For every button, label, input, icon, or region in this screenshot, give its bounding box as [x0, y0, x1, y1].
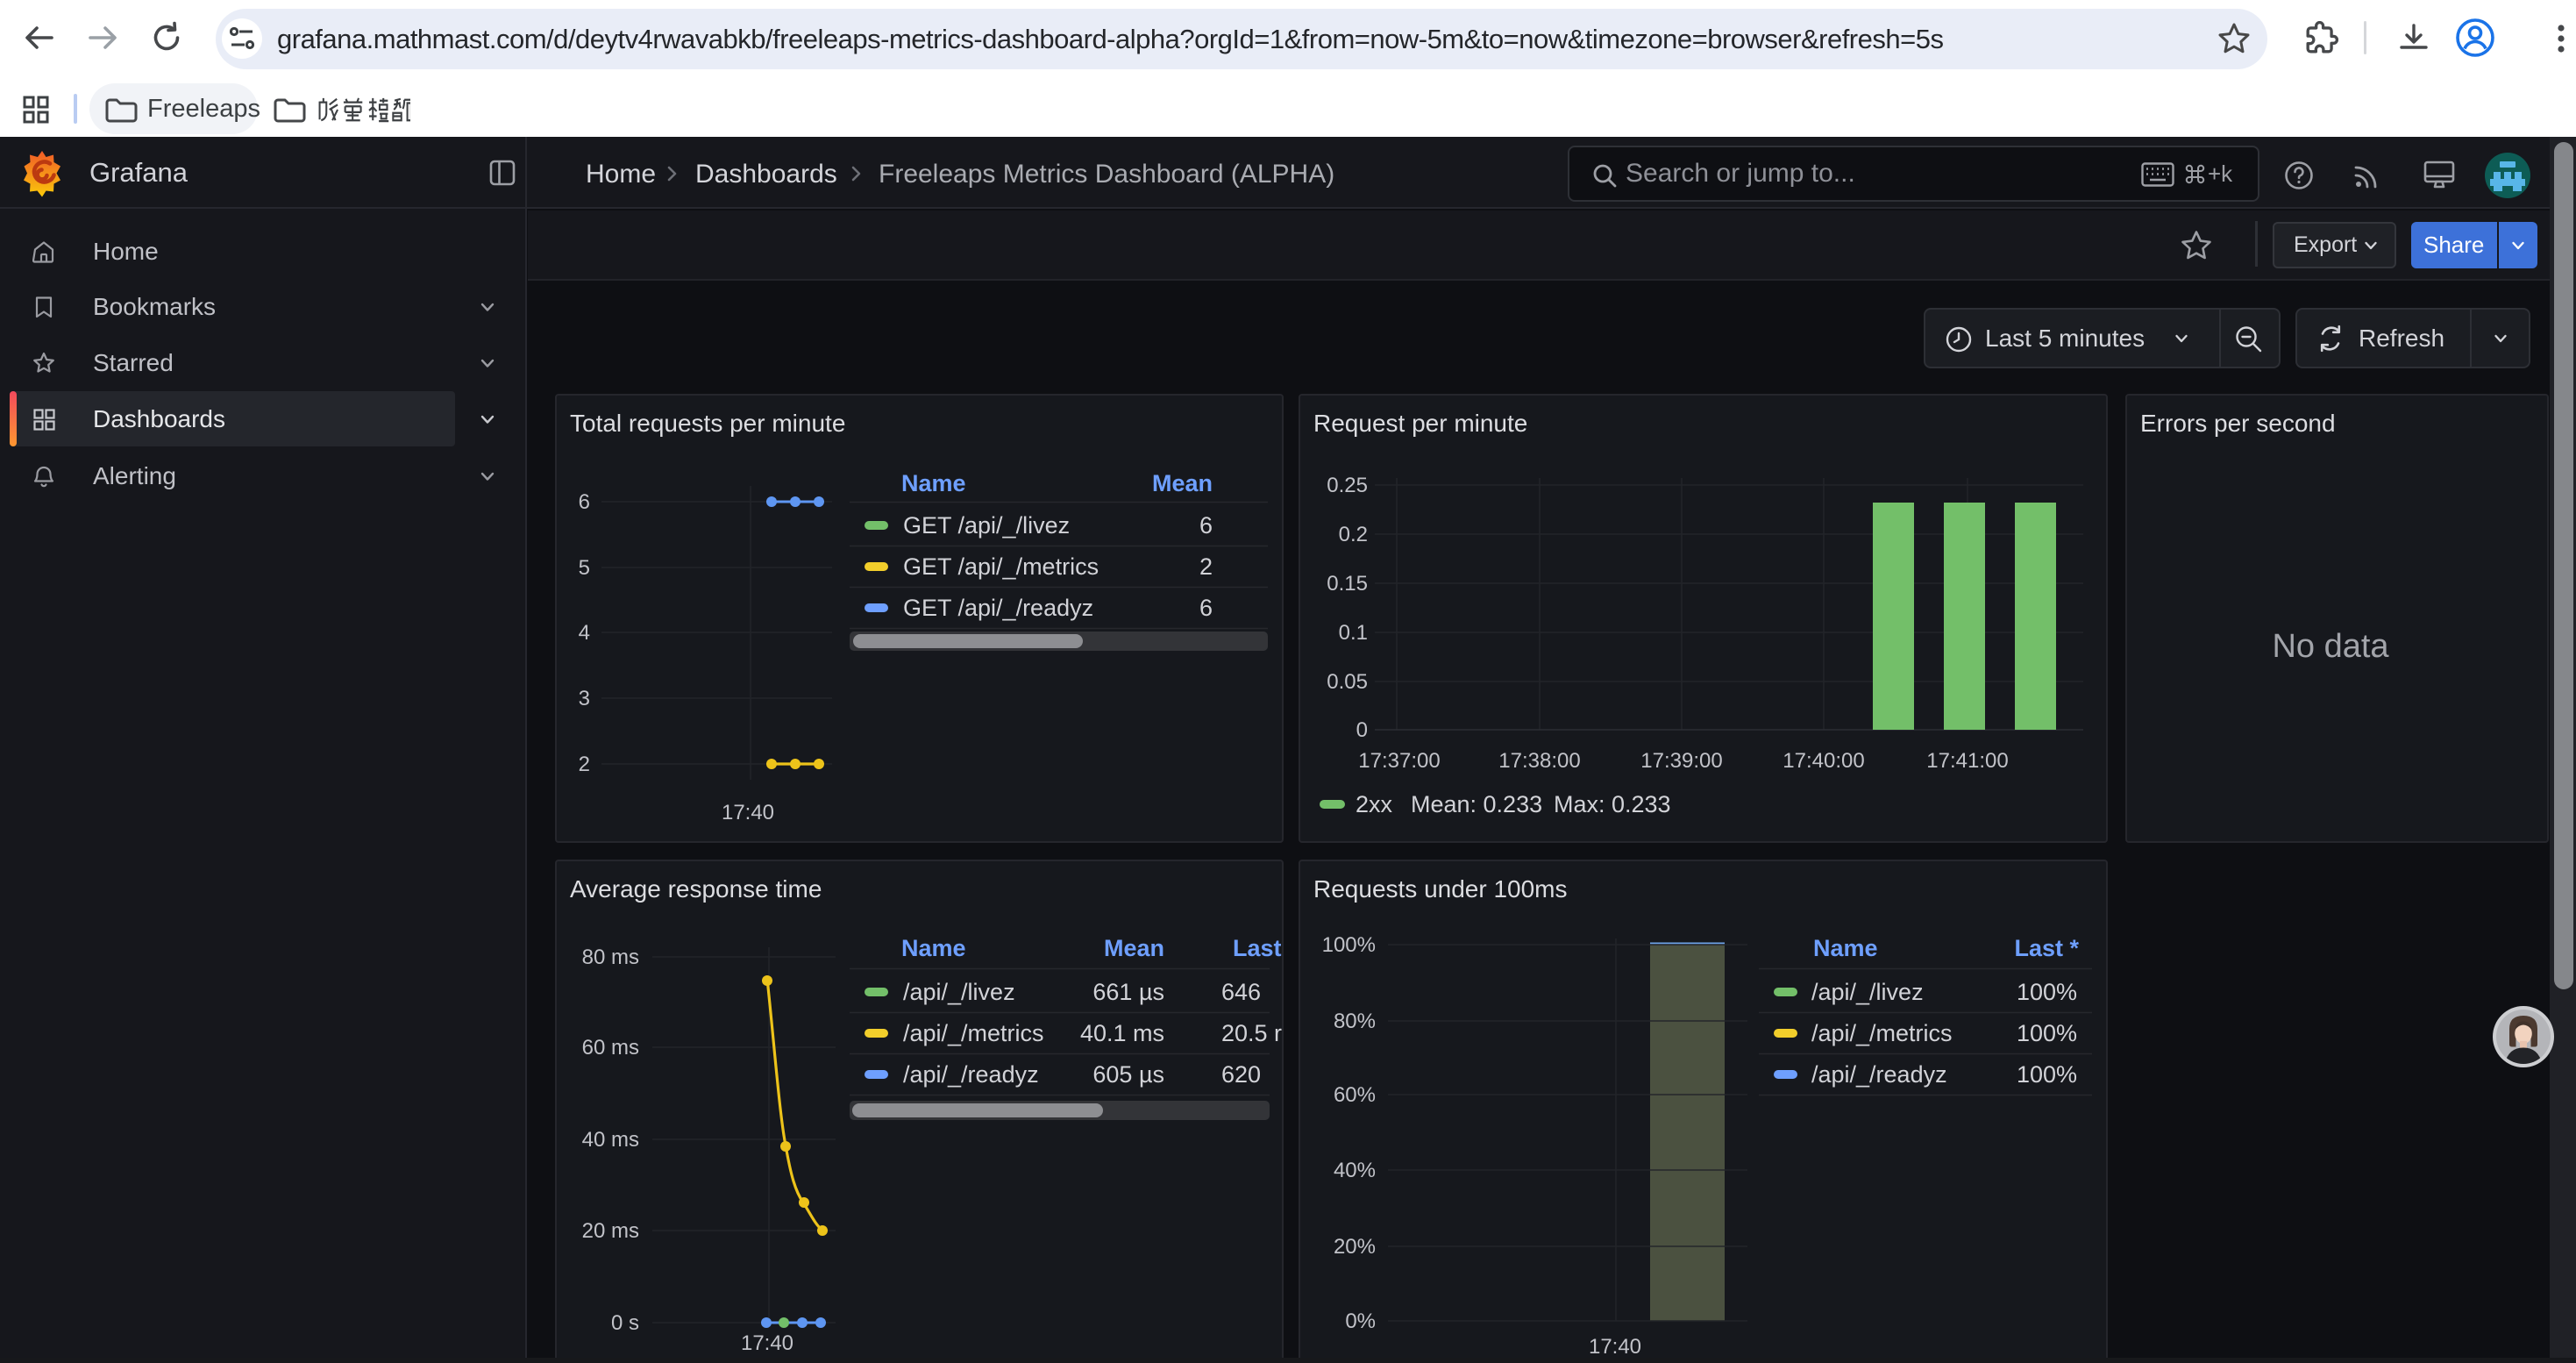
- svg-text:620: 620: [1221, 1061, 1261, 1088]
- svg-text:6: 6: [1199, 512, 1213, 539]
- svg-text:605 µs: 605 µs: [1092, 1061, 1164, 1088]
- svg-text:20%: 20%: [1334, 1235, 1376, 1259]
- svg-text:Mean: Mean: [1104, 935, 1164, 961]
- svg-text:20 ms: 20 ms: [582, 1219, 639, 1243]
- svg-text:2xx: 2xx: [1356, 791, 1393, 817]
- svg-text:5: 5: [579, 556, 590, 580]
- svg-text:20.5 r: 20.5 r: [1221, 1020, 1282, 1046]
- svg-text:/api/_/livez: /api/_/livez: [1811, 979, 1924, 1005]
- svg-text:17:40: 17:40: [1589, 1335, 1641, 1359]
- svg-text:17:37:00: 17:37:00: [1358, 749, 1440, 773]
- svg-text:/api/_/metrics: /api/_/metrics: [903, 1020, 1044, 1046]
- svg-text:0.05: 0.05: [1327, 670, 1368, 694]
- svg-text:40 ms: 40 ms: [582, 1128, 639, 1152]
- svg-text:/api/_/readyz: /api/_/readyz: [903, 1061, 1039, 1088]
- svg-text:17:40:00: 17:40:00: [1783, 749, 1864, 773]
- svg-text:GET /api/_/livez: GET /api/_/livez: [903, 512, 1070, 539]
- svg-text:Requests under 100ms: Requests under 100ms: [1313, 875, 1568, 903]
- svg-text:GET /api/_/metrics: GET /api/_/metrics: [903, 553, 1099, 580]
- svg-text:17:40: 17:40: [722, 801, 774, 824]
- svg-text:3: 3: [579, 687, 590, 710]
- svg-text:80%: 80%: [1334, 1010, 1376, 1033]
- svg-text:No data: No data: [2272, 628, 2389, 665]
- svg-text:17:39:00: 17:39:00: [1640, 749, 1722, 773]
- svg-text:17:40: 17:40: [741, 1331, 793, 1355]
- svg-text:Name: Name: [901, 470, 966, 496]
- svg-text:0.15: 0.15: [1327, 572, 1368, 596]
- svg-text:0.1: 0.1: [1339, 621, 1368, 645]
- svg-text:60%: 60%: [1334, 1083, 1376, 1107]
- svg-text:Mean: Mean: [1152, 470, 1213, 496]
- svg-text:0 s: 0 s: [611, 1311, 639, 1335]
- svg-text:80 ms: 80 ms: [582, 946, 639, 969]
- svg-text:17:38:00: 17:38:00: [1498, 749, 1580, 773]
- svg-text:Name: Name: [901, 935, 966, 961]
- svg-text:661 µs: 661 µs: [1092, 979, 1164, 1005]
- svg-text:2: 2: [579, 753, 590, 776]
- svg-text:0: 0: [1356, 718, 1368, 742]
- svg-text:60 ms: 60 ms: [582, 1036, 639, 1060]
- svg-text:17:41:00: 17:41:00: [1926, 749, 2008, 773]
- svg-text:40.1 ms: 40.1 ms: [1080, 1020, 1164, 1046]
- svg-text:Errors per second: Errors per second: [2140, 410, 2336, 437]
- svg-text:Mean: 0.233: Mean: 0.233: [1411, 791, 1542, 817]
- svg-text:6: 6: [579, 490, 590, 514]
- svg-text:6: 6: [1199, 595, 1213, 621]
- svg-text:Last *: Last *: [2014, 935, 2079, 961]
- svg-text:100%: 100%: [2017, 979, 2077, 1005]
- svg-text:100%: 100%: [2017, 1061, 2077, 1088]
- svg-text:/api/_/metrics: /api/_/metrics: [1811, 1020, 1953, 1046]
- svg-text:646: 646: [1221, 979, 1261, 1005]
- svg-text:100%: 100%: [1322, 933, 1376, 957]
- svg-text:0.2: 0.2: [1339, 523, 1368, 546]
- svg-text:Average response time: Average response time: [570, 875, 822, 903]
- svg-text:100%: 100%: [2017, 1020, 2077, 1046]
- svg-text:Request per minute: Request per minute: [1313, 410, 1527, 437]
- svg-text:0.25: 0.25: [1327, 474, 1368, 497]
- svg-text:/api/_/livez: /api/_/livez: [903, 979, 1015, 1005]
- svg-text:Total requests per minute: Total requests per minute: [570, 410, 845, 437]
- svg-text:Name: Name: [1813, 935, 1878, 961]
- svg-text:2: 2: [1199, 553, 1213, 580]
- svg-text:GET /api/_/readyz: GET /api/_/readyz: [903, 595, 1093, 621]
- svg-text:Last: Last: [1233, 935, 1282, 961]
- svg-text:4: 4: [579, 621, 590, 645]
- svg-text:0%: 0%: [1345, 1309, 1376, 1333]
- svg-text:Max: 0.233: Max: 0.233: [1554, 791, 1671, 817]
- svg-text:40%: 40%: [1334, 1159, 1376, 1182]
- svg-text:/api/_/readyz: /api/_/readyz: [1811, 1061, 1947, 1088]
